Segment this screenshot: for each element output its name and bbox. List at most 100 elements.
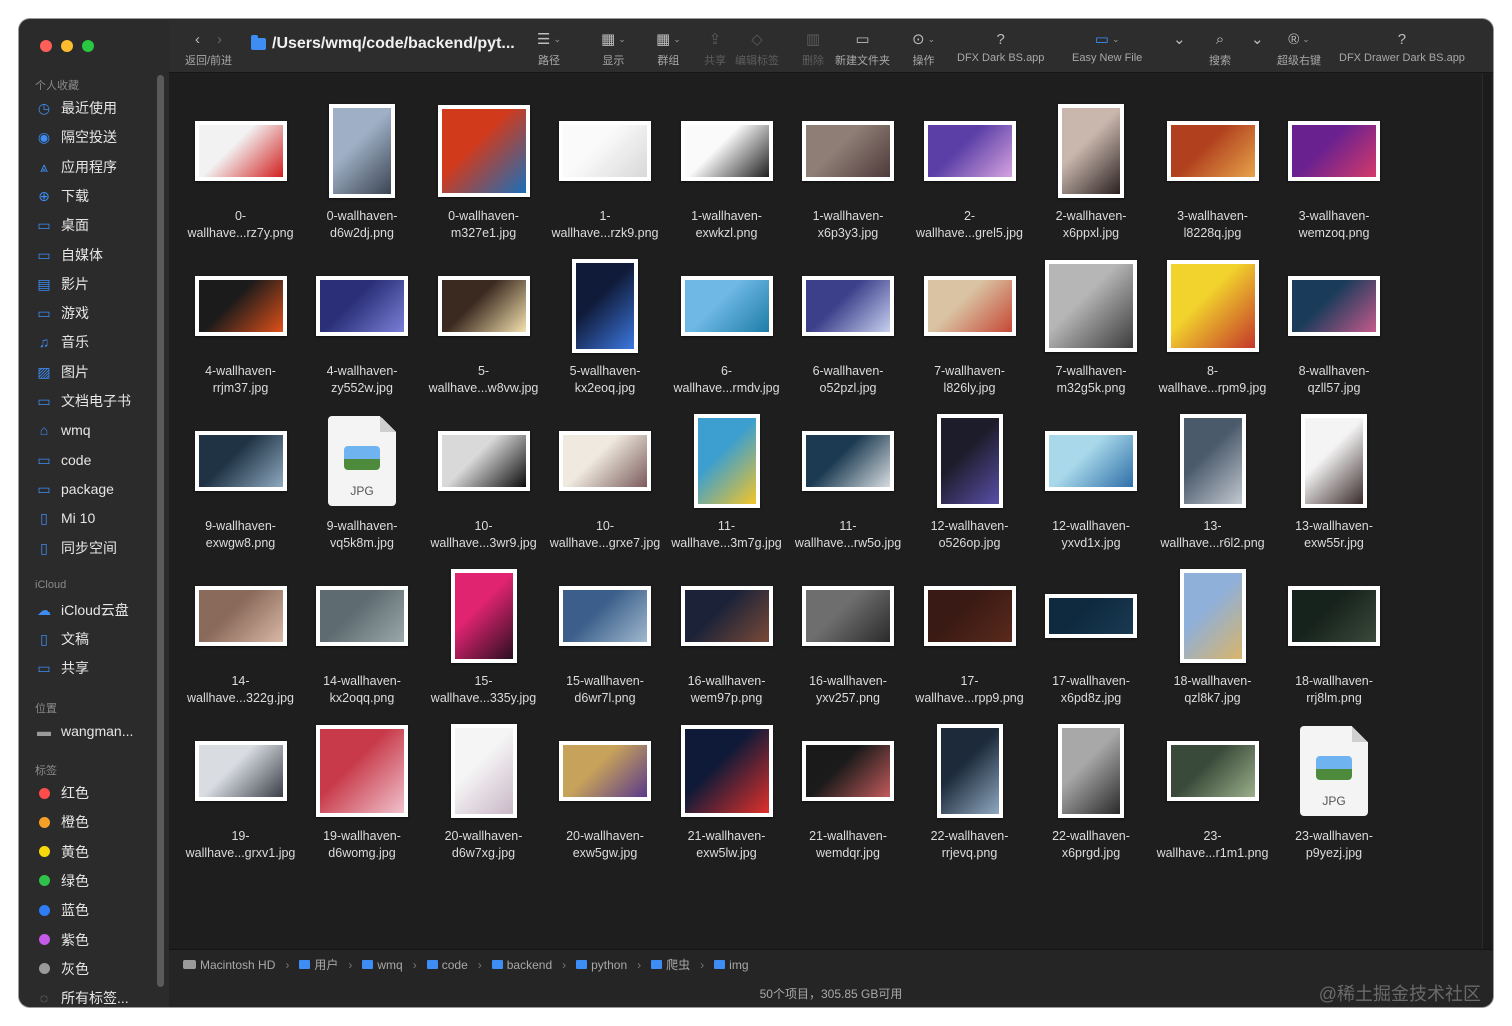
file-item[interactable]: 20-wallhaven-exw5gw.jpg — [545, 711, 666, 866]
sidebar-item[interactable]: ▯ Mi 10 — [35, 507, 95, 529]
file-item[interactable]: 6-wallhaven-o52pzl.jpg — [788, 246, 909, 401]
sidebar-item[interactable]: 黄色 — [35, 841, 89, 863]
file-item[interactable]: 8- wallhave...rpm9.jpg — [1152, 246, 1273, 401]
sidebar-item[interactable]: ▭ 自媒体 — [35, 244, 103, 266]
sidebar-item[interactable]: ▨ 图片 — [35, 361, 89, 383]
file-item[interactable]: 15-wallhaven-d6wr7l.png — [545, 556, 666, 711]
file-item[interactable]: 13-wallhaven-exw55r.jpg — [1274, 401, 1395, 556]
sidebar-item[interactable]: ▭ 共享 — [35, 657, 89, 679]
sidebar-item[interactable]: ▭ package — [35, 478, 114, 500]
sidebar-item[interactable]: ⊕ 下载 — [35, 185, 89, 207]
file-item[interactable]: 1-wallhaven-exwkzl.png — [666, 91, 787, 246]
sidebar-item[interactable]: ▭ 文档电子书 — [35, 390, 131, 412]
file-item[interactable]: 18-wallhaven-rrj8lm.png — [1274, 556, 1395, 711]
sidebar-item[interactable]: 紫色 — [35, 929, 89, 951]
sidebar-item[interactable]: 蓝色 — [35, 899, 89, 921]
file-item[interactable]: 14-wallhaven-kx2oqq.png — [302, 556, 423, 711]
toolbar-button[interactable]: ? DFX Dark BS.app — [957, 29, 1044, 65]
file-item[interactable]: 10- wallhave...grxe7.jpg — [545, 401, 666, 556]
file-item[interactable]: 4-wallhaven-rrjm37.jpg — [180, 246, 301, 401]
sidebar-item[interactable]: ☁ iCloud云盘 — [35, 599, 129, 621]
content-scrollbar[interactable] — [1482, 74, 1491, 949]
toolbar-dropdown[interactable]: ⌄ — [1251, 29, 1264, 52]
file-item[interactable]: 20-wallhaven-d6w7xg.jpg — [423, 711, 544, 866]
file-item[interactable]: 2- wallhave...grel5.jpg — [909, 91, 1030, 246]
file-item[interactable]: 21-wallhaven-wemdqr.jpg — [788, 711, 909, 866]
file-item[interactable]: 12-wallhaven-o526op.jpg — [909, 401, 1030, 556]
toolbar-dropdown[interactable]: ⌄ — [1173, 29, 1186, 52]
file-item[interactable]: 12-wallhaven-yxvd1x.jpg — [1031, 401, 1152, 556]
sidebar-item[interactable]: ⩓ 应用程序 — [35, 156, 117, 178]
sidebar-item[interactable]: ◷ 最近使用 — [35, 97, 117, 119]
breadcrumb-item[interactable]: img — [714, 958, 749, 972]
sidebar-item[interactable]: 灰色 — [35, 958, 89, 980]
file-item[interactable]: 11- wallhave...rw5o.jpg — [788, 401, 909, 556]
file-item[interactable]: 0-wallhaven-d6w2dj.png — [302, 91, 423, 246]
back-forward-control[interactable]: ‹ › 返回/前进 — [185, 29, 232, 68]
sidebar-scrollbar[interactable] — [157, 75, 164, 987]
toolbar-button[interactable]: ▦ ⌄ 显示 — [601, 29, 626, 68]
file-item[interactable]: 17- wallhave...rpp9.png — [909, 556, 1030, 711]
sidebar-item[interactable]: ◉ 隔空投送 — [35, 126, 117, 148]
breadcrumb-item[interactable]: backend — [491, 958, 552, 972]
sidebar-item[interactable]: 绿色 — [35, 870, 89, 892]
sidebar-item[interactable]: ▤ 影片 — [35, 273, 89, 295]
sidebar-item[interactable]: ▯ 文稿 — [35, 628, 89, 650]
file-item[interactable]: 16-wallhaven-wem97p.png — [666, 556, 787, 711]
file-item[interactable]: 23- wallhave...r1m1.png — [1152, 711, 1273, 866]
toolbar-button[interactable]: ® ⌄ 超级右键 — [1277, 29, 1321, 68]
file-item[interactable]: 15- wallhave...335y.jpg — [423, 556, 544, 711]
file-item[interactable]: 22-wallhaven-rrjevq.png — [909, 711, 1030, 866]
sidebar-item[interactable]: ▯ 同步空间 — [35, 537, 117, 559]
toolbar-button[interactable]: ⊙ ⌄ 操作 — [912, 29, 935, 68]
file-item[interactable]: 3-wallhaven-wemzoq.png — [1274, 91, 1395, 246]
breadcrumb-item[interactable]: python — [576, 958, 627, 972]
zoom-button[interactable] — [82, 40, 94, 52]
sidebar-item[interactable]: 橙色 — [35, 811, 89, 833]
file-item[interactable]: 13- wallhave...r6l2.png — [1152, 401, 1273, 556]
toolbar-button[interactable]: ◇ 编辑标签 — [735, 29, 779, 68]
file-item[interactable]: 3-wallhaven-l8228q.jpg — [1152, 91, 1273, 246]
file-item[interactable]: 6- wallhave...rmdv.jpg — [666, 246, 787, 401]
sidebar-item[interactable]: ♫ 音乐 — [35, 331, 89, 353]
toolbar-button[interactable]: ▥ 删除 — [802, 29, 824, 68]
file-item[interactable]: 7-wallhaven-l826ly.jpg — [909, 246, 1030, 401]
sidebar-item[interactable]: ▬ wangman... — [35, 720, 133, 742]
file-item[interactable]: 16-wallhaven-yxv257.png — [788, 556, 909, 711]
file-item[interactable]: 14- wallhave...322g.jpg — [180, 556, 301, 711]
file-item[interactable]: 2-wallhaven-x6ppxl.jpg — [1031, 91, 1152, 246]
file-item[interactable]: JPG 9-wallhaven-vq5k8m.jpg — [302, 401, 423, 556]
file-item[interactable]: 5-wallhaven-kx2eoq.jpg — [545, 246, 666, 401]
toolbar-button[interactable]: ▦ ⌄ 群组 — [656, 29, 681, 68]
file-item[interactable]: 1- wallhave...rzk9.png — [545, 91, 666, 246]
breadcrumb-item[interactable]: wmq — [362, 958, 403, 972]
file-item[interactable]: 11- wallhave...3m7g.jpg — [666, 401, 787, 556]
file-item[interactable]: 9-wallhaven-exwgw8.png — [180, 401, 301, 556]
file-item[interactable]: 8-wallhaven-qzll57.jpg — [1274, 246, 1395, 401]
sidebar-item[interactable]: ▭ 桌面 — [35, 214, 89, 236]
toolbar-button[interactable]: ⌕ 搜索 — [1209, 29, 1231, 68]
toolbar-button[interactable]: ⇪ 共享 — [704, 29, 726, 68]
file-item[interactable]: 19-wallhaven-d6womg.jpg — [302, 711, 423, 866]
file-item[interactable]: 21-wallhaven-exw5lw.jpg — [666, 711, 787, 866]
sidebar-item[interactable]: ▭ 游戏 — [35, 302, 89, 324]
file-item[interactable]: 17-wallhaven-x6pd8z.jpg — [1031, 556, 1152, 711]
breadcrumb-item[interactable]: Macintosh HD — [183, 958, 275, 972]
toolbar-button[interactable]: ▭ ⌄ Easy New File — [1072, 29, 1142, 64]
breadcrumb-item[interactable]: 爬虫 — [651, 956, 690, 973]
file-item[interactable]: 1-wallhaven-x6p3y3.jpg — [788, 91, 909, 246]
close-button[interactable] — [40, 40, 52, 52]
file-item[interactable]: 18-wallhaven-qzl8k7.jpg — [1152, 556, 1273, 711]
file-item[interactable]: 0- wallhave...rz7y.png — [180, 91, 301, 246]
sidebar-item[interactable]: ⌂ wmq — [35, 419, 91, 441]
breadcrumb-item[interactable]: code — [426, 958, 468, 972]
breadcrumb-item[interactable]: 用户 — [299, 956, 338, 973]
minimize-button[interactable] — [61, 40, 73, 52]
file-item[interactable]: 5- wallhave...w8vw.jpg — [423, 246, 544, 401]
file-item[interactable]: JPG 23-wallhaven-p9yezj.jpg — [1274, 711, 1395, 866]
file-item[interactable]: 19- wallhave...grxv1.jpg — [180, 711, 301, 866]
file-item[interactable]: 7-wallhaven-m32g5k.png — [1031, 246, 1152, 401]
toolbar-button[interactable]: ? DFX Drawer Dark BS.app — [1339, 29, 1465, 65]
file-item[interactable]: 4-wallhaven-zy552w.jpg — [302, 246, 423, 401]
file-item[interactable]: 0-wallhaven-m327e1.jpg — [423, 91, 544, 246]
